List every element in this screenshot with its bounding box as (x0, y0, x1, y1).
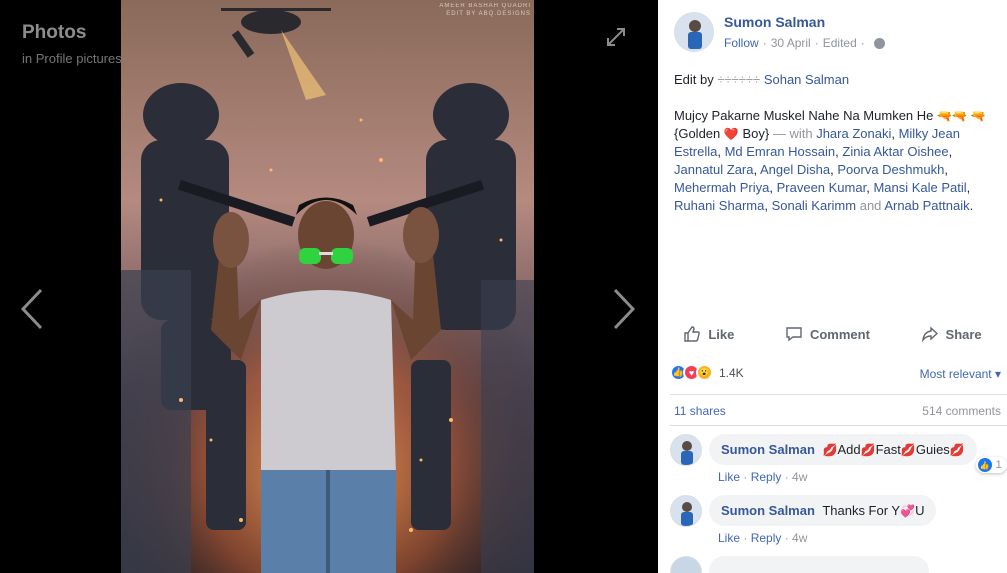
avatar-image (671, 435, 701, 465)
wow-reaction-icon: 😮 (696, 364, 713, 381)
avatar-image (675, 13, 713, 51)
comment-bubble: Sumon Salman Thanks For Y💞U (709, 495, 937, 526)
comment-bubble (709, 556, 929, 573)
lips-icon: 💋 (949, 443, 965, 457)
tagged-user[interactable]: Ruhani Sharma (674, 198, 764, 213)
viewer-title: Photos (22, 22, 87, 43)
fullscreen-icon[interactable] (605, 26, 627, 48)
comment-item: Sumon Salman Thanks For Y💞U Like · Reply… (670, 495, 937, 545)
water-gun-icon: 🔫 (970, 109, 986, 123)
post-photo[interactable]: AMEER BASHAH QUADRI EDIT BY ABQ.DESIGNS (121, 0, 534, 573)
heart-icon: 💞 (900, 504, 916, 518)
commenter-name[interactable]: Sumon Salman (721, 503, 815, 518)
photo-watermark: AMEER BASHAH QUADRI EDIT BY ABQ.DESIGNS (439, 3, 531, 17)
tagged-user[interactable]: Mansi Kale Patil (873, 180, 966, 195)
post-details-panel: Sumon Salman Follow · 30 April · Edited … (658, 0, 1007, 573)
share-button[interactable]: Share (921, 325, 982, 343)
commenter-avatar[interactable] (670, 556, 702, 573)
edit-credit: Edit by ÷÷÷÷÷÷ Sohan Salman (674, 72, 850, 87)
caption-text: Mujcy Pakarne Muskel Nahe Na Mumken He 🔫… (674, 108, 986, 213)
comment-time[interactable]: 4w (792, 470, 807, 484)
comment-item-partial (670, 556, 929, 573)
tagged-user[interactable]: Arnab Pattnaik (884, 198, 969, 213)
comment-meta: Like · Reply · 4w (718, 531, 808, 545)
meta-separator: · (860, 36, 865, 50)
comment-item: Sumon Salman 💋Add💋Fast💋Guies💋 👍 1 Like ·… (670, 434, 1007, 484)
comment-sort-dropdown[interactable]: Most relevant ▾ (920, 367, 1001, 381)
lips-icon: 💋 (860, 443, 876, 457)
like-button[interactable]: Like (683, 325, 734, 343)
author-name[interactable]: Sumon Salman (724, 14, 885, 30)
reaction-count: 1.4K (719, 365, 744, 380)
tagged-user[interactable]: Jhara Zonaki (816, 126, 891, 141)
viewer-subtitle-prefix: in (22, 51, 33, 66)
tagged-user[interactable]: Angel Disha (760, 162, 830, 177)
next-photo-chevron-right-icon[interactable] (612, 288, 636, 330)
tagged-user[interactable]: Md Emran Hossain (725, 144, 836, 159)
comment-reply-link[interactable]: Reply (751, 470, 782, 484)
tagged-user[interactable]: Praveen Kumar (777, 180, 867, 195)
post-date[interactable]: 30 April (771, 36, 811, 50)
comment-icon (786, 327, 802, 342)
water-gun-icon: 🔫🔫 (937, 109, 967, 123)
comment-button[interactable]: Comment (785, 325, 870, 343)
commenter-avatar[interactable] (670, 495, 702, 527)
tagged-user[interactable]: Poorva Deshmukh (837, 162, 944, 177)
album-link[interactable]: Profile pictures (36, 51, 122, 66)
meta-separator: · (814, 36, 819, 50)
heart-icon: ❤️ (723, 127, 739, 141)
divider (670, 425, 1007, 426)
globe-icon[interactable] (873, 37, 885, 49)
comment-like-link[interactable]: Like (718, 470, 740, 484)
tagged-user[interactable]: Jannatul Zara (674, 162, 754, 177)
comment-like-link[interactable]: Like (718, 531, 740, 545)
author-avatar[interactable] (674, 12, 714, 52)
shares-count[interactable]: 11 shares (674, 404, 726, 418)
tagged-user[interactable]: Sonali Karimm (772, 198, 857, 213)
comment-time[interactable]: 4w (792, 531, 807, 545)
caret-down-icon: ▾ (994, 367, 1001, 381)
comment-reply-link[interactable]: Reply (751, 531, 782, 545)
like-reaction-icon: 👍 (977, 458, 992, 472)
photo-artwork (121, 0, 534, 573)
avatar-image (671, 496, 701, 526)
commenter-avatar[interactable] (670, 434, 702, 466)
divider (670, 394, 1007, 395)
comment-reaction-badge[interactable]: 👍 1 (975, 457, 1007, 473)
post-meta: Follow · 30 April · Edited · (724, 36, 885, 50)
follow-link[interactable]: Follow (724, 36, 759, 50)
share-arrow-icon (921, 326, 938, 343)
viewer-subtitle: in Profile pictures (22, 51, 122, 66)
post-header: Sumon Salman Follow · 30 April · Edited … (674, 12, 885, 52)
lips-icon: 💋 (822, 443, 838, 457)
post-actions: Like Comment Share (658, 318, 1007, 350)
post-caption: Edit by ÷÷÷÷÷÷ Sohan Salman Mujcy Pakarn… (674, 71, 999, 233)
lips-icon: 💋 (900, 443, 916, 457)
photo-viewer: Photos in Profile pictures AMEER BASHAH … (0, 0, 658, 573)
comments-count[interactable]: 514 comments (922, 404, 1001, 418)
comment-meta: Like · Reply · 4w (718, 470, 808, 484)
edit-by-link[interactable]: Sohan Salman (764, 72, 849, 87)
edited-label[interactable]: Edited (823, 36, 857, 50)
tagged-user[interactable]: Mehermah Priya (674, 180, 769, 195)
reaction-summary[interactable]: 👍 ♥ 😮 1.4K (670, 364, 744, 381)
thumbs-up-icon (684, 326, 701, 342)
comment-bubble: Sumon Salman 💋Add💋Fast💋Guies💋 👍 1 (709, 434, 1007, 473)
commenter-name[interactable]: Sumon Salman (721, 442, 815, 457)
previous-photo-chevron-left-icon[interactable] (20, 288, 44, 330)
meta-separator: · (762, 36, 767, 50)
tagged-user[interactable]: Zinia Aktar Oishee (842, 144, 948, 159)
